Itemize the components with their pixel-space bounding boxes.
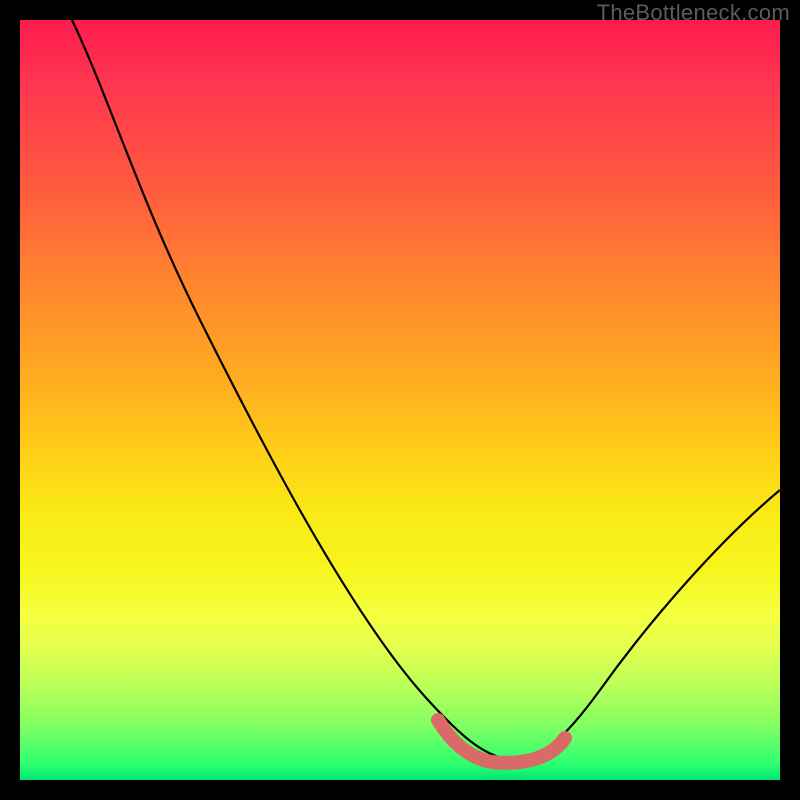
curve-svg: [20, 20, 780, 780]
bottleneck-curve: [72, 20, 780, 760]
plot-area: [20, 20, 780, 780]
chart-wrapper: TheBottleneck.com: [0, 0, 800, 800]
watermark-text: TheBottleneck.com: [597, 0, 790, 26]
valley-highlight: [438, 720, 565, 763]
